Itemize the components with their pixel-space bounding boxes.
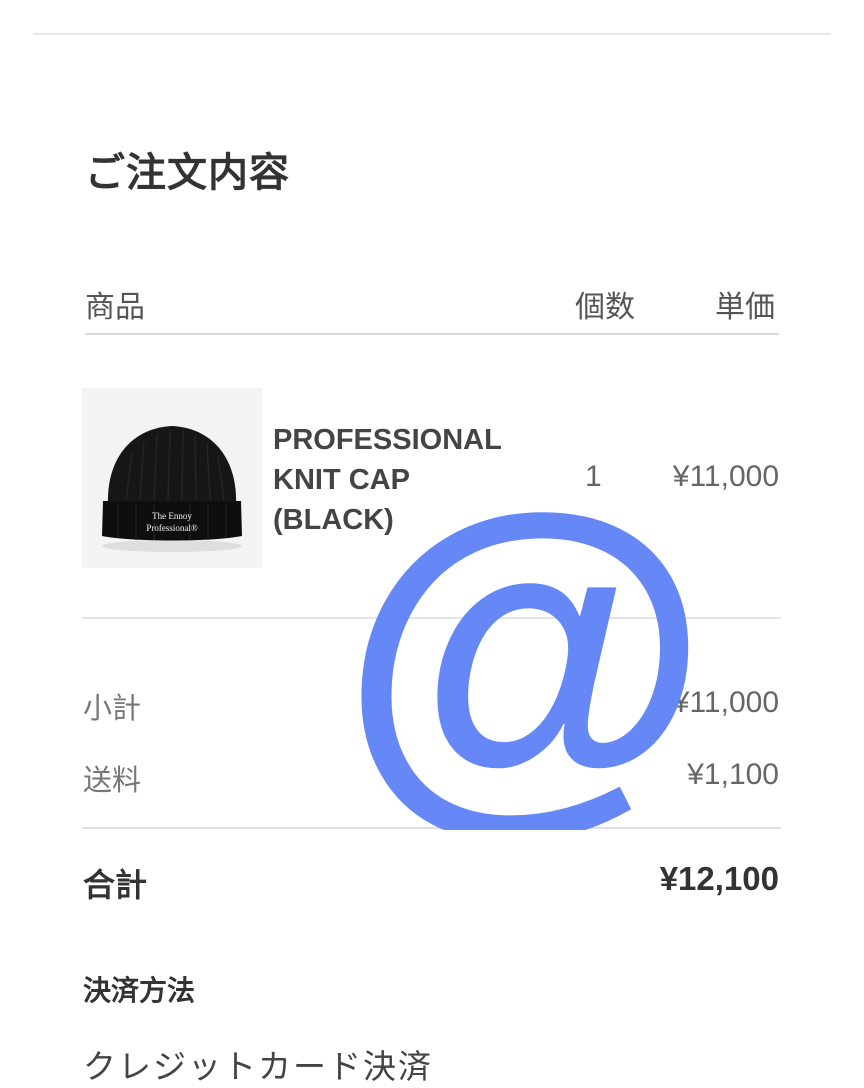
- payment-method-heading: 決済方法: [83, 974, 196, 1007]
- payment-method-value: クレジットカード決済: [83, 1047, 433, 1086]
- shipping-value: ¥1,100: [687, 758, 779, 791]
- item-divider: [82, 617, 781, 619]
- page-title: ご注文内容: [85, 150, 290, 196]
- product-label-line1: The Ennoy: [152, 511, 192, 521]
- column-header-product: 商品: [85, 290, 145, 325]
- total-value: ¥12,100: [659, 860, 779, 897]
- product-unit-price: ¥11,000: [672, 460, 779, 493]
- at-sign-glyph: @: [355, 490, 695, 830]
- product-quantity: 1: [585, 460, 602, 493]
- total-label: 合計: [83, 866, 148, 904]
- header-divider: [85, 333, 779, 335]
- at-sign-icon: @: [340, 438, 711, 863]
- summary-divider: [82, 827, 781, 829]
- product-name[interactable]: PROFESSIONAL KNIT CAP (BLACK): [273, 420, 563, 540]
- column-header-quantity: 個数: [575, 290, 635, 325]
- subtotal-value: ¥11,000: [672, 686, 779, 719]
- product-image: The Ennoy Professional®: [82, 388, 262, 568]
- subtotal-label: 小計: [83, 691, 142, 725]
- top-divider: [33, 33, 831, 35]
- shipping-label: 送料: [83, 763, 142, 797]
- product-label-line2: Professional®: [146, 523, 197, 533]
- column-header-unit-price: 単価: [715, 290, 775, 325]
